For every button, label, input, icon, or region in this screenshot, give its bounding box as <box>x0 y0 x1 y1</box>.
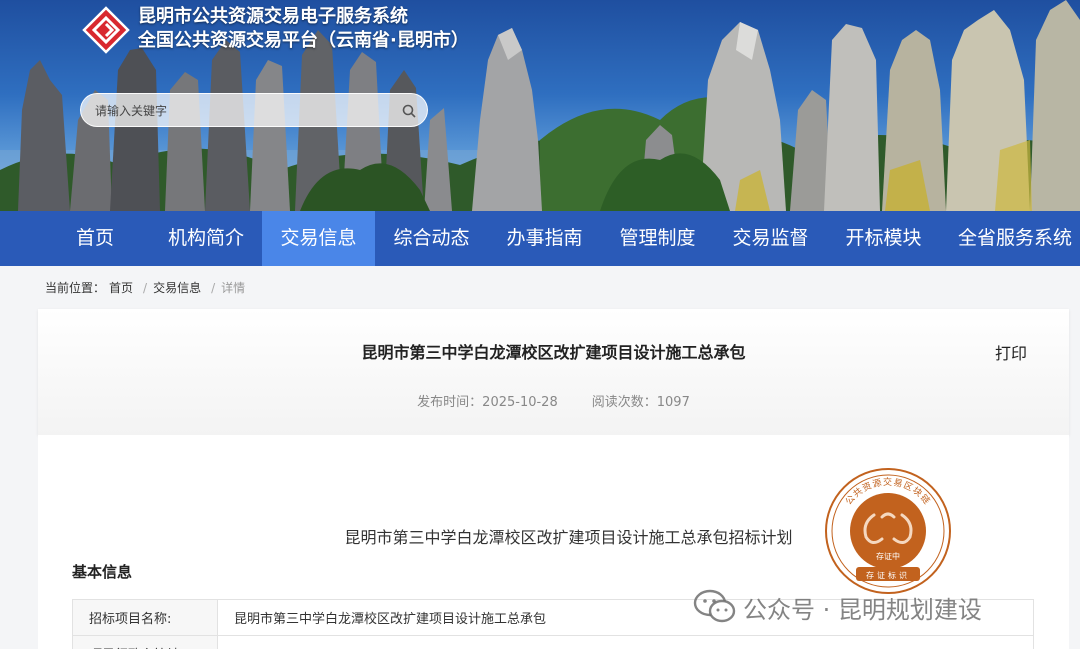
nav-item-about[interactable]: 机构简介 <box>150 211 262 266</box>
document-title-text: 昆明市第三中学白龙潭校区改扩建项目设计施工总承包招标计划 <box>344 528 793 547</box>
article-header: 昆明市第三中学白龙潭校区改扩建项目设计施工总承包 打印 发布时间：2025-10… <box>38 309 1069 435</box>
nav-item-guide[interactable]: 办事指南 <box>488 211 601 266</box>
breadcrumb-prefix: 当前位置： <box>45 281 106 295</box>
watermark-text: 公众号 · 昆明规划建设 <box>743 595 982 624</box>
breadcrumb: 当前位置： 首页 / 交易信息 / 详情 <box>45 279 249 296</box>
site-logo-icon[interactable] <box>82 6 130 54</box>
svg-text:存证中: 存证中 <box>876 551 900 561</box>
search-input[interactable] <box>95 101 395 121</box>
nav-item-home[interactable]: 首页 <box>55 211 135 266</box>
breadcrumb-separator: / <box>211 281 216 295</box>
publish-date: 2025-10-28 <box>482 395 558 410</box>
site-title-line2: 全国公共资源交易平台（云南省·昆明市） <box>138 30 469 51</box>
breadcrumb-current: 详情 <box>221 281 246 295</box>
nav-item-trade-info[interactable]: 交易信息 <box>262 211 375 266</box>
table-value <box>217 635 1034 649</box>
nav-item-province-service[interactable]: 全省服务系统 <box>950 211 1080 266</box>
table-key: 项目行政主管地... <box>72 635 218 649</box>
search-box <box>80 93 428 127</box>
header-banner: 昆明市公共资源交易电子服务系统 全国公共资源交易平台（云南省·昆明市） <box>0 0 1080 211</box>
breadcrumb-trade-info[interactable]: 交易信息 <box>153 281 201 295</box>
breadcrumb-home[interactable]: 首页 <box>109 281 133 295</box>
table-row: 项目行政主管地... <box>72 635 1034 649</box>
print-button[interactable]: 打印 <box>995 340 1027 364</box>
nav-item-regulations[interactable]: 管理制度 <box>601 211 714 266</box>
publish-label: 发布时间： <box>417 395 483 410</box>
search-icon[interactable] <box>401 103 417 119</box>
nav-item-bid-opening[interactable]: 开标模块 <box>827 211 940 266</box>
wechat-icon <box>693 589 736 623</box>
article-meta: 发布时间：2025-10-28 阅读次数：1097 <box>38 391 1069 410</box>
breadcrumb-separator: / <box>143 281 148 295</box>
article-title: 昆明市第三中学白龙潭校区改扩建项目设计施工总承包 <box>361 343 746 362</box>
wechat-watermark: 公众号 · 昆明规划建设 <box>693 587 982 627</box>
nav-item-news[interactable]: 综合动态 <box>375 211 488 266</box>
section-title: 基本信息 <box>72 563 133 581</box>
views-count: 1097 <box>656 395 690 410</box>
main-nav: 首页 机构简介 交易信息 综合动态 办事指南 管理制度 交易监督 开标模块 全省… <box>0 211 1080 266</box>
views-label: 阅读次数： <box>591 395 657 410</box>
blockchain-seal-stamp: 公共资源交易区块链 存证中 存证标识 <box>825 468 951 594</box>
svg-text:存证标识: 存证标识 <box>866 570 910 580</box>
site-title: 昆明市公共资源交易电子服务系统 全国公共资源交易平台（云南省·昆明市） <box>138 5 469 53</box>
nav-item-supervision[interactable]: 交易监督 <box>714 211 827 266</box>
table-key: 招标项目名称: <box>72 599 218 636</box>
site-title-line1: 昆明市公共资源交易电子服务系统 <box>138 6 408 27</box>
